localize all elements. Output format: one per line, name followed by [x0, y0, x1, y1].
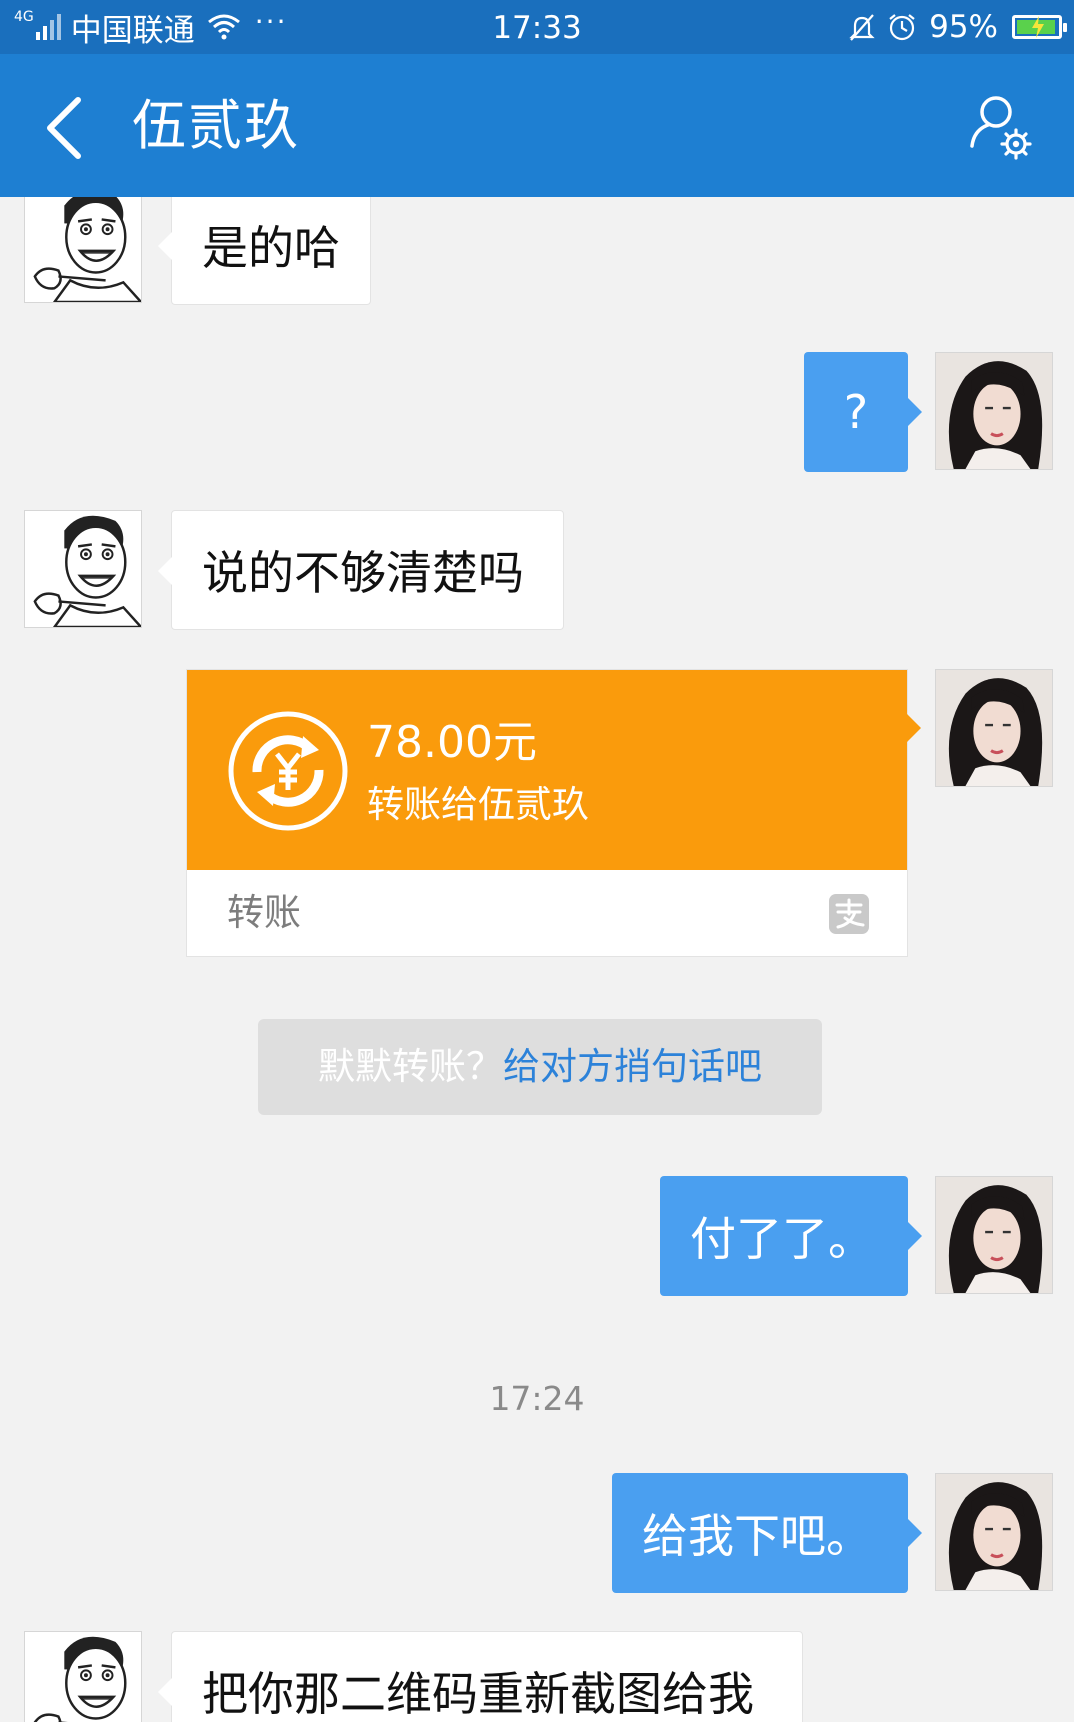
message-text: 把你那二维码重新截图给我	[202, 1667, 754, 1721]
back-arrow-icon[interactable]	[36, 92, 96, 164]
contact-avatar[interactable]	[24, 510, 142, 628]
chat-messages[interactable]: 是的哈 ? 说的不够清楚吗 78.00元 转账给伍贰玖 转账 默默转账？给对方捎…	[0, 197, 1074, 1722]
currency-exchange-icon	[228, 711, 348, 831]
user-photo-icon	[936, 353, 1052, 469]
status-right: 95%	[847, 0, 1067, 54]
message-bubble[interactable]: 是的哈	[158, 197, 371, 305]
my-avatar[interactable]	[935, 1473, 1053, 1591]
send-message-link[interactable]: 给对方捎句话吧	[503, 1045, 762, 1088]
contact-avatar[interactable]	[24, 197, 142, 303]
profile-settings-icon[interactable]	[966, 94, 1036, 164]
message-bubble[interactable]: 说的不够清楚吗	[158, 510, 564, 630]
transfer-hint-note: 默默转账？给对方捎句话吧	[258, 1019, 822, 1115]
status-bar: 4G 中国联通 ··· 17:33 95%	[0, 0, 1074, 54]
user-photo-icon	[936, 1177, 1052, 1293]
transfer-amount: 78.00元	[367, 717, 537, 768]
transfer-card[interactable]: 78.00元 转账给伍贰玖 转账	[186, 669, 921, 957]
message-bubble[interactable]: 把你那二维码重新截图给我	[158, 1631, 803, 1722]
my-avatar[interactable]	[935, 1176, 1053, 1294]
battery-icon	[1012, 15, 1067, 39]
message-text: 是的哈	[202, 221, 340, 275]
chat-header: 伍贰玖	[0, 54, 1074, 197]
transfer-card-footer: 转账	[187, 870, 907, 956]
cartoon-face-icon	[25, 197, 141, 302]
chat-title: 伍贰玖	[132, 94, 300, 157]
cartoon-face-icon	[25, 511, 141, 627]
my-avatar[interactable]	[935, 352, 1053, 470]
alipay-icon	[829, 894, 869, 934]
cartoon-face-icon	[25, 1632, 141, 1722]
transfer-label: 转账	[227, 891, 301, 934]
battery-percent: 95%	[929, 9, 998, 45]
contact-avatar[interactable]	[24, 1631, 142, 1722]
user-photo-icon	[936, 670, 1052, 786]
transfer-description: 转账给伍贰玖	[367, 783, 589, 826]
message-text: ?	[843, 385, 869, 439]
hint-prefix: 默默转账？	[318, 1045, 503, 1088]
message-text: 付了了。	[690, 1212, 874, 1266]
message-bubble[interactable]: 给我下吧。	[612, 1473, 922, 1593]
message-text: 说的不够清楚吗	[202, 546, 524, 600]
message-bubble[interactable]: ?	[804, 352, 922, 472]
my-avatar[interactable]	[935, 669, 1053, 787]
message-timestamp: 17:24	[489, 1379, 585, 1418]
user-photo-icon	[936, 1474, 1052, 1590]
message-bubble[interactable]: 付了了。	[660, 1176, 922, 1296]
transfer-card-header: 78.00元 转账给伍贰玖	[187, 670, 921, 870]
alarm-icon	[889, 14, 915, 41]
message-text: 给我下吧。	[642, 1509, 872, 1563]
mute-bell-icon	[849, 14, 875, 41]
